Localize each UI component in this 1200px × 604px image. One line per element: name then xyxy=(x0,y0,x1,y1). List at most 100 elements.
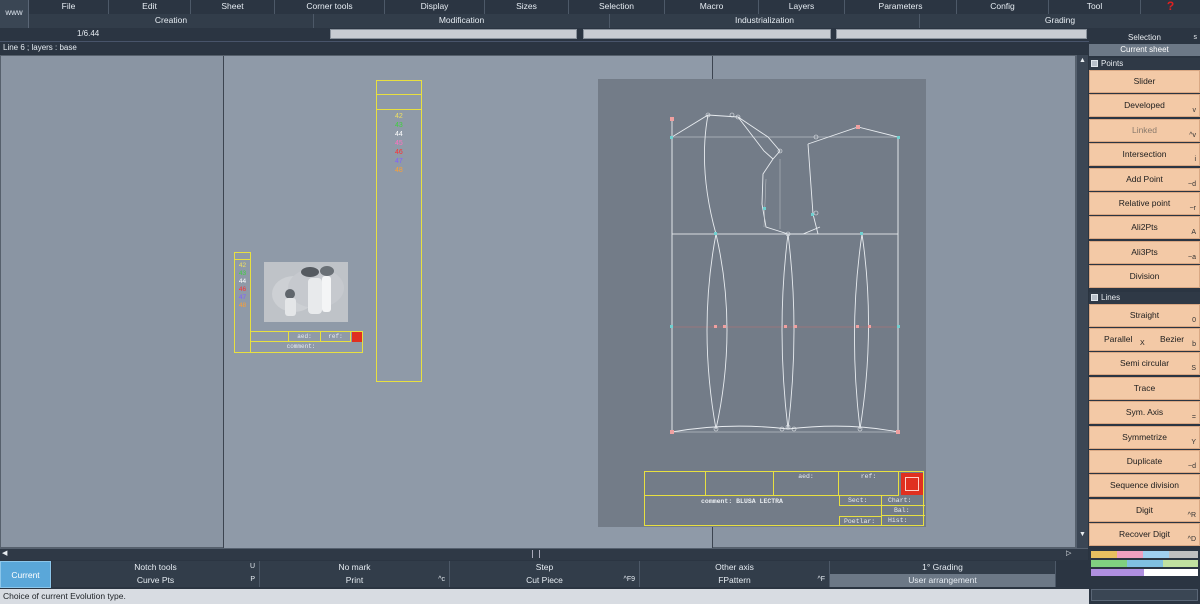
menu-edit[interactable]: Edit xyxy=(109,0,191,14)
menu-corner-tools[interactable]: Corner tools xyxy=(275,0,385,14)
bottom-1-grading[interactable]: 1° Grading xyxy=(830,561,1056,574)
menu-config[interactable]: Config xyxy=(957,0,1049,14)
field-modification[interactable] xyxy=(330,29,577,39)
swatch-i[interactable] xyxy=(1144,569,1198,576)
bottom-print[interactable]: Print ^c xyxy=(260,574,450,587)
small-comment-label: comment: xyxy=(286,343,316,350)
swatch-e[interactable] xyxy=(1091,560,1127,567)
menu-macro[interactable]: Macro xyxy=(665,0,759,14)
tool-button-linked[interactable]: Linked ^v xyxy=(1089,118,1200,142)
current-sheet-header[interactable]: Current sheet xyxy=(1089,44,1200,56)
scroll-thumb[interactable] xyxy=(532,550,540,558)
tab-grading[interactable]: Grading xyxy=(920,14,1200,28)
tool-button-recover-digit[interactable]: Recover Digit ^D xyxy=(1089,523,1200,547)
section-title: Lines xyxy=(1101,292,1121,302)
line-layer-label: Line 6 ; layers : base xyxy=(3,43,77,52)
scroll-left-icon[interactable]: ◀ xyxy=(2,549,7,557)
tool-label-2: Bezier xyxy=(1160,334,1185,344)
menu-parameters[interactable]: Parameters xyxy=(845,0,957,14)
tool-label: Sequence division xyxy=(1110,480,1179,491)
tool-button-add-point[interactable]: Add Point ~d xyxy=(1089,167,1200,191)
lectra-logo-icon xyxy=(352,332,362,342)
tool-button-parallel[interactable]: Parallel X Bezier b xyxy=(1089,328,1200,351)
sub-tabs: Creation Modification Industrialization … xyxy=(29,14,1200,28)
nav-control[interactable] xyxy=(1091,589,1198,601)
tool-button-slider[interactable]: Slider xyxy=(1089,70,1200,93)
current-sheet-button[interactable]: Current sheet xyxy=(0,561,51,604)
bottom-notch-tools[interactable]: Notch tools U xyxy=(52,561,260,574)
vertical-scrollbar[interactable]: ▲ ▼ xyxy=(1076,55,1088,548)
swatch-a[interactable] xyxy=(1091,551,1117,558)
bottom-fpattern[interactable]: FPattern ^F xyxy=(640,574,830,587)
swatch-g[interactable] xyxy=(1163,560,1198,567)
bottom-user-arrangement[interactable]: User arrangement xyxy=(830,574,1056,587)
tool-button-sym-axis[interactable]: Sym. Axis = xyxy=(1089,401,1200,425)
drawing-canvas[interactable]: 42 43 44 46 47 48 aed: ref: comment: aed… xyxy=(0,55,1076,549)
tool-button-relative-point[interactable]: Relative point ~r xyxy=(1089,192,1200,215)
small-size-label: 48 xyxy=(238,302,247,309)
section-toggle-icon[interactable] xyxy=(1091,293,1098,301)
bottom-label: No mark xyxy=(338,562,371,572)
tool-label: Sym. Axis xyxy=(1125,407,1164,418)
small-size-label: 43 xyxy=(238,270,247,277)
tool-button-duplicate[interactable]: Duplicate ~d xyxy=(1089,450,1200,473)
poetlar-label: Poetlar: xyxy=(839,516,881,526)
bottom-step[interactable]: Step xyxy=(450,561,640,574)
tool-button-straight[interactable]: Straight 0 xyxy=(1089,303,1200,327)
help-icon[interactable]: ? xyxy=(1141,0,1200,14)
horizontal-scrollbar[interactable]: ◀ ▷ xyxy=(0,548,1088,560)
tool-button-trace[interactable]: Trace xyxy=(1089,376,1200,400)
tool-label: Straight xyxy=(1129,309,1160,320)
scroll-down-icon[interactable]: ▼ xyxy=(1079,531,1086,538)
scroll-right-icon[interactable]: ▷ xyxy=(1066,549,1071,557)
menu-sizes[interactable]: Sizes xyxy=(485,0,569,14)
tool-shortcut: Y xyxy=(1191,438,1196,446)
swatch-h[interactable] xyxy=(1091,569,1144,576)
menu-layers[interactable]: Layers xyxy=(759,0,845,14)
section-points[interactable]: Points xyxy=(1089,58,1200,70)
tool-button-ali2pts[interactable]: Ali2Pts A xyxy=(1089,216,1200,240)
tool-label: Division xyxy=(1129,271,1160,282)
bottom-other-axis[interactable]: Other axis xyxy=(640,561,830,574)
app-logo[interactable]: www xyxy=(0,0,29,28)
tool-label: Intersection xyxy=(1122,149,1167,160)
swatch-c[interactable] xyxy=(1143,551,1169,558)
selection-header[interactable]: Selection s xyxy=(1089,32,1200,44)
menu-sheet[interactable]: Sheet xyxy=(191,0,275,14)
bottom-curve-pts[interactable]: Curve Pts P xyxy=(52,574,260,587)
tab-creation[interactable]: Creation xyxy=(29,14,314,28)
menu-tool[interactable]: Tool xyxy=(1049,0,1141,14)
tool-button-semi-circular[interactable]: Semi circular S xyxy=(1089,352,1200,376)
small-size-label: 44 xyxy=(238,278,247,285)
pattern-drawing[interactable] xyxy=(598,79,926,527)
tool-button-digit[interactable]: Digit ^R xyxy=(1089,498,1200,522)
sheet[interactable]: 42 43 44 46 47 48 aed: ref: comment: aed… xyxy=(223,56,926,549)
main-size-label: 45 xyxy=(395,140,403,147)
bottom-cut-piece[interactable]: Cut Piece ^F9 xyxy=(450,574,640,587)
field-industrialization[interactable] xyxy=(583,29,831,39)
lectra-large-logo-icon xyxy=(901,473,923,495)
tool-button-sequence-division[interactable]: Sequence division xyxy=(1089,474,1200,498)
menu-display[interactable]: Display xyxy=(385,0,485,14)
tool-button-division[interactable]: Division xyxy=(1089,265,1200,289)
swatch-f[interactable] xyxy=(1127,560,1163,567)
tool-label: Linked xyxy=(1131,124,1158,135)
field-grading[interactable] xyxy=(836,29,1087,39)
swatch-d[interactable] xyxy=(1169,551,1198,558)
section-toggle-icon[interactable] xyxy=(1091,60,1098,67)
tool-button-developed[interactable]: Developed v xyxy=(1089,94,1200,118)
bottom-no-mark[interactable]: No mark xyxy=(260,561,450,574)
swatch-b[interactable] xyxy=(1117,551,1143,558)
section-lines[interactable]: Lines xyxy=(1089,291,1200,304)
tab-industrialization[interactable]: Industrialization xyxy=(610,14,920,28)
plot-zone[interactable]: aed: ref: comment: BLUSA LECTRA Sect: Ch… xyxy=(598,79,926,527)
tool-button-ali3pts[interactable]: Ali3Pts ~a xyxy=(1089,240,1200,264)
tab-modification[interactable]: Modification xyxy=(314,14,610,28)
tool-button-intersection[interactable]: Intersection i xyxy=(1089,143,1200,167)
menu-file[interactable]: File xyxy=(29,0,109,14)
menu-selection[interactable]: Selection xyxy=(569,0,665,14)
tool-button-symmetrize[interactable]: Symmetrize Y xyxy=(1089,425,1200,449)
tool-label: Slider xyxy=(1133,76,1156,86)
scroll-up-icon[interactable]: ▲ xyxy=(1079,57,1086,64)
bal-label: Bal: xyxy=(881,506,925,516)
